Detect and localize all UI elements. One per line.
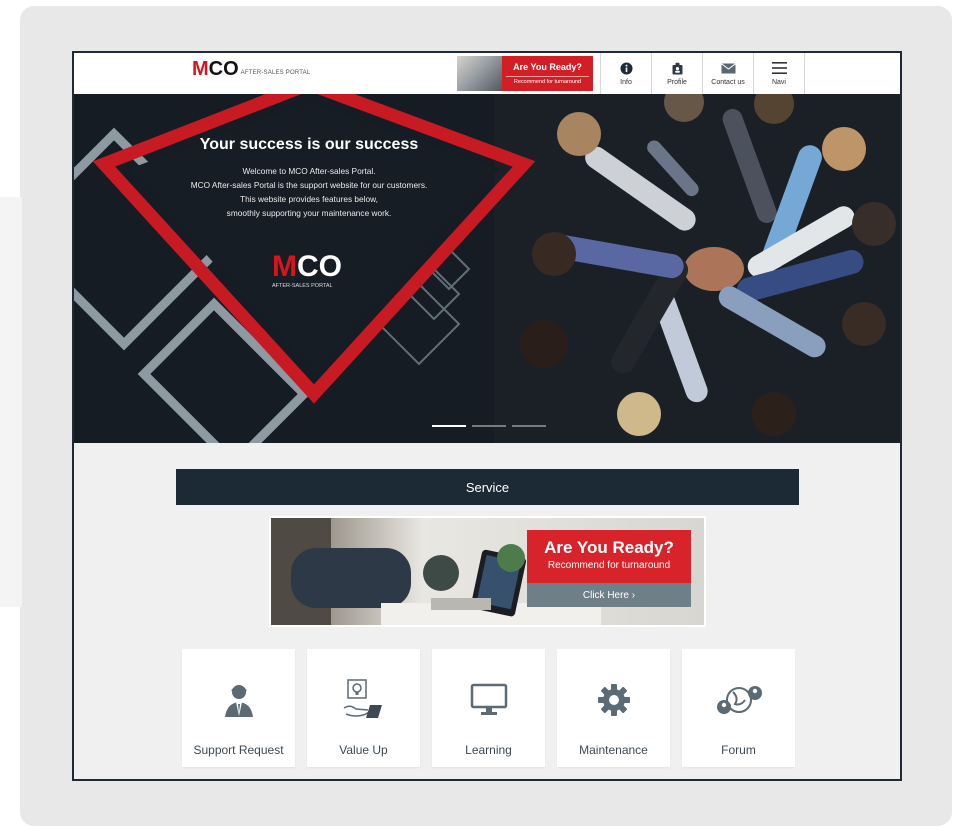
hero-logo-subtitle: AFTER-SALES PORTAL xyxy=(272,283,333,289)
tile-value-up[interactable]: Value Up xyxy=(307,649,420,767)
header: M CO AFTER-SALES PORTAL Are You Ready? R… xyxy=(74,53,900,94)
hero-logo-m: M xyxy=(272,250,297,283)
nav-navi[interactable]: Navi xyxy=(753,53,805,94)
hero-text-block: Your success is our success Welcome to M… xyxy=(164,136,454,220)
tile-label: Value Up xyxy=(339,743,388,757)
carousel-dot-3[interactable] xyxy=(512,425,546,427)
header-banner-text: Are You Ready? Recommend for turnaround xyxy=(502,56,593,91)
logo-subtitle: AFTER-SALES PORTAL xyxy=(240,70,311,76)
tile-label: Learning xyxy=(465,743,512,757)
header-promo-banner[interactable]: Are You Ready? Recommend for turnaround xyxy=(457,56,593,91)
profile-icon xyxy=(671,61,684,75)
service-tiles: Support Request Value Up Learning Mainte… xyxy=(182,649,795,767)
header-banner-title: Are You Ready? xyxy=(513,62,582,72)
top-nav: Info Profile Contact us Navi xyxy=(600,53,805,94)
header-banner-photo xyxy=(457,56,502,91)
hero-logo-co: CO xyxy=(297,250,342,283)
hero-description: Welcome to MCO After-sales Portal. MCO A… xyxy=(164,164,454,220)
hero-title: Your success is our success xyxy=(199,136,419,153)
tile-maintenance[interactable]: Maintenance xyxy=(557,649,670,767)
lightbulb-hand-icon xyxy=(342,671,386,729)
header-banner-subtitle: Recommend for turnaround xyxy=(506,76,589,85)
nav-profile-label: Profile xyxy=(667,79,687,86)
hero-logo: M CO AFTER-SALES PORTAL xyxy=(272,250,342,290)
hero-line: smoothly supporting your maintenance wor… xyxy=(226,208,392,218)
info-icon xyxy=(620,61,633,75)
nav-profile[interactable]: Profile xyxy=(651,53,702,94)
service-heading: Service xyxy=(176,469,799,505)
nav-info[interactable]: Info xyxy=(600,53,651,94)
nav-contact-label: Contact us xyxy=(711,79,745,86)
promo-title: Are You Ready? xyxy=(544,538,674,557)
site-logo[interactable]: M CO AFTER-SALES PORTAL xyxy=(192,59,310,79)
hero-line: Welcome to MCO After-sales Portal. xyxy=(242,166,376,176)
hero-line: MCO After-sales Portal is the support we… xyxy=(190,180,428,190)
nav-navi-label: Navi xyxy=(771,79,786,86)
logo-m: M xyxy=(192,58,209,80)
carousel-dot-1[interactable] xyxy=(432,425,466,427)
tile-forum[interactable]: Forum xyxy=(682,649,795,767)
support-agent-icon xyxy=(219,671,259,729)
hero-line: This website provides features below, xyxy=(240,194,378,204)
gear-icon xyxy=(596,671,632,729)
monitor-icon xyxy=(470,671,508,729)
nav-contact-us[interactable]: Contact us xyxy=(702,53,753,94)
tile-support-request[interactable]: Support Request xyxy=(182,649,295,767)
portal-window: M CO AFTER-SALES PORTAL Are You Ready? R… xyxy=(72,51,902,781)
side-strip xyxy=(0,197,22,607)
carousel-dot-2[interactable] xyxy=(472,425,506,427)
logo-co: CO xyxy=(208,58,239,80)
promo-text: Are You Ready? Recommend for turnaround xyxy=(527,530,691,583)
tile-label: Forum xyxy=(721,743,756,757)
tile-learning[interactable]: Learning xyxy=(432,649,545,767)
click-here-button[interactable]: Click Here › xyxy=(527,583,691,607)
promo-card: Are You Ready? Recommend for turnaround … xyxy=(527,530,691,610)
tile-label: Support Request xyxy=(193,743,284,757)
globe-chat-icon xyxy=(715,671,763,729)
mail-icon xyxy=(720,61,736,75)
tile-label: Maintenance xyxy=(579,743,648,757)
menu-icon xyxy=(771,61,787,75)
carousel-indicators xyxy=(432,425,546,427)
hero-carousel: Your success is our success Welcome to M… xyxy=(74,94,900,443)
promo-subtitle: Recommend for turnaround xyxy=(547,560,671,571)
promo-banner[interactable]: Are You Ready? Recommend for turnaround … xyxy=(269,516,706,627)
nav-info-label: Info xyxy=(620,79,632,86)
